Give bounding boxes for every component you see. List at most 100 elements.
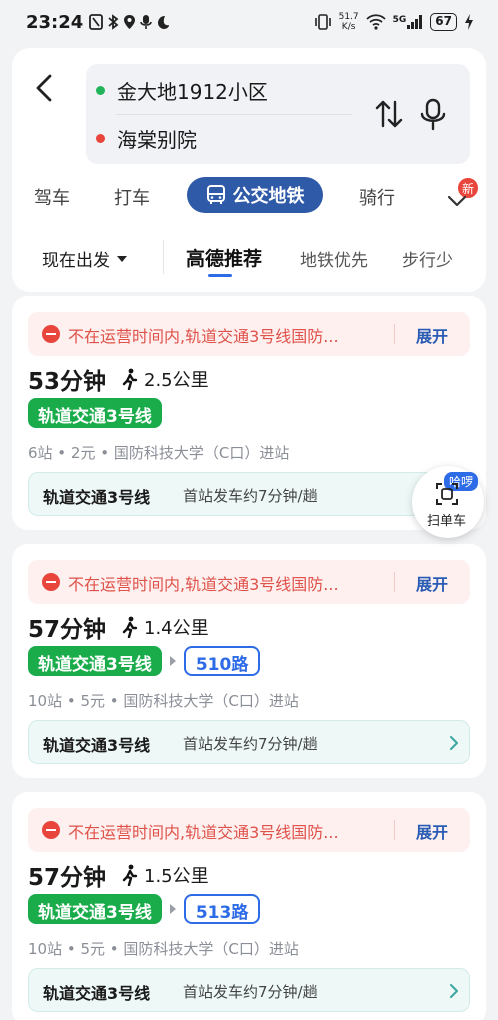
depart-time-dropdown[interactable]: 现在出发 xyxy=(42,246,128,271)
status-bar: 23:24 51.7 K/s 5G 67 xyxy=(0,0,498,44)
filter-divider xyxy=(163,240,164,274)
walk-distance: 1.5公里 xyxy=(122,862,209,888)
search-card: 金大地1912小区 海棠别院 驾车 打车 公交地铁 骑行 新 现在出发 高德推荐… xyxy=(12,48,486,292)
line-segments: 轨道交通3号线 510路 xyxy=(28,646,261,676)
scan-label: 扫单车 xyxy=(427,514,467,529)
route-duration: 53分钟 xyxy=(28,369,107,395)
depart-label: 现在出发 xyxy=(42,251,110,271)
route-meta: 6站 • 2元 • 国防科技大学（C口）进站 xyxy=(28,444,290,462)
bus-line-tag: 510路 xyxy=(183,646,261,676)
transfer-arrow-icon xyxy=(169,656,176,666)
route-duration: 57分钟 xyxy=(28,865,107,891)
expand-button[interactable]: 展开 xyxy=(416,819,448,843)
notice-text: 不在运营时间内,轨道交通3号线国防... xyxy=(68,575,339,594)
charging-icon xyxy=(465,14,473,30)
scan-bike-button[interactable]: 哈啰 扫单车 xyxy=(412,466,484,538)
origin-text: 金大地1912小区 xyxy=(117,80,268,104)
tab-transit-label: 公交地铁 xyxy=(232,186,305,207)
chevron-down-icon[interactable] xyxy=(446,194,468,208)
service-notice: 不在运营时间内,轨道交通3号线国防... 展开 xyxy=(28,560,470,604)
microphone-icon[interactable] xyxy=(418,96,448,132)
notice-divider xyxy=(394,324,395,344)
walk-distance: 1.4公里 xyxy=(122,614,209,640)
destination-row[interactable]: 海棠别院 xyxy=(96,124,197,153)
info-line-name: 轨道交通3号线 xyxy=(43,984,151,1003)
scan-icon xyxy=(436,483,458,505)
route-card[interactable]: 不在运营时间内,轨道交通3号线国防... 展开 57分钟 1.4公里 轨道交通3… xyxy=(12,544,486,778)
origin-dot xyxy=(96,86,105,95)
tab-bike[interactable]: 骑行 xyxy=(359,184,395,210)
origin-row[interactable]: 金大地1912小区 xyxy=(96,76,268,105)
transfer-arrow-icon xyxy=(169,904,176,914)
info-line-name: 轨道交通3号线 xyxy=(43,736,151,755)
notice-text: 不在运营时间内,轨道交通3号线国防... xyxy=(68,823,339,842)
metro-line-tag: 轨道交通3号线 xyxy=(28,646,162,676)
info-frequency: 首站发车约7分钟/趟 xyxy=(183,983,318,1001)
line-segments: 轨道交通3号线 513路 xyxy=(28,894,261,924)
route-meta: 10站 • 5元 • 国防科技大学（C口）进站 xyxy=(28,692,299,710)
expand-button[interactable]: 展开 xyxy=(416,323,448,347)
notice-divider xyxy=(394,820,395,840)
chevron-right-icon xyxy=(450,984,458,998)
swap-icon[interactable] xyxy=(374,96,404,132)
walking-icon xyxy=(122,864,138,886)
walking-icon xyxy=(122,368,138,390)
status-icons xyxy=(89,14,170,30)
bluetooth-icon xyxy=(108,14,119,30)
destination-dot xyxy=(96,134,105,143)
filter-recommended[interactable]: 高德推荐 xyxy=(186,244,262,271)
location-icon xyxy=(124,15,136,29)
nfc-icon xyxy=(89,14,104,30)
filter-subway-first[interactable]: 地铁优先 xyxy=(300,246,368,271)
no-entry-icon xyxy=(42,325,60,343)
line-info-box[interactable]: 轨道交通3号线 首站发车约7分钟/趟 xyxy=(28,472,470,516)
line-segments: 轨道交通3号线 xyxy=(28,398,162,428)
battery-indicator: 67 xyxy=(430,13,457,31)
expand-button[interactable]: 展开 xyxy=(416,571,448,595)
info-frequency: 首站发车约7分钟/趟 xyxy=(183,735,318,753)
moon-icon xyxy=(158,16,170,29)
service-notice: 不在运营时间内,轨道交通3号线国防... 展开 xyxy=(28,312,470,356)
walk-distance-text: 2.5公里 xyxy=(144,370,209,391)
tab-drive[interactable]: 驾车 xyxy=(34,184,70,210)
wifi-icon xyxy=(366,14,386,30)
travel-mode-tabs: 驾车 打车 公交地铁 骑行 新 xyxy=(12,176,486,218)
line-info-box[interactable]: 轨道交通3号线 首站发车约7分钟/趟 xyxy=(28,720,470,764)
walking-icon xyxy=(122,616,138,638)
filter-active-underline xyxy=(208,274,232,277)
route-filters: 现在出发 高德推荐 地铁优先 步行少 xyxy=(12,234,486,280)
status-time: 23:24 xyxy=(26,11,84,33)
route-meta: 10站 • 5元 • 国防科技大学（C口）进站 xyxy=(28,940,299,958)
destination-text: 海棠别院 xyxy=(117,128,197,152)
signal-5g: 5G xyxy=(393,15,424,29)
info-line-name: 轨道交通3号线 xyxy=(43,488,151,507)
caret-down-icon xyxy=(117,255,127,262)
filter-less-walking[interactable]: 步行少 xyxy=(402,246,453,271)
mic-status-icon xyxy=(140,15,153,29)
info-frequency: 首站发车约7分钟/趟 xyxy=(183,487,318,505)
signal-icon xyxy=(407,15,423,29)
metro-line-tag: 轨道交通3号线 xyxy=(28,398,162,428)
stop-divider xyxy=(116,114,352,115)
walk-distance-text: 1.4公里 xyxy=(144,618,209,639)
route-input-box: 金大地1912小区 海棠别院 xyxy=(86,64,470,164)
chevron-right-icon xyxy=(450,736,458,750)
walk-distance: 2.5公里 xyxy=(122,366,209,392)
bus-line-tag: 513路 xyxy=(183,894,261,924)
no-entry-icon xyxy=(42,821,60,839)
vibrate-icon xyxy=(314,14,331,30)
service-notice: 不在运营时间内,轨道交通3号线国防... 展开 xyxy=(28,808,470,852)
notice-divider xyxy=(394,572,395,592)
metro-line-tag: 轨道交通3号线 xyxy=(28,894,162,924)
walk-distance-text: 1.5公里 xyxy=(144,866,209,887)
line-info-box[interactable]: 轨道交通3号线 首站发车约7分钟/趟 xyxy=(28,968,470,1012)
back-arrow-icon[interactable] xyxy=(30,68,56,108)
tab-transit[interactable]: 公交地铁 xyxy=(187,177,323,213)
no-entry-icon xyxy=(42,573,60,591)
tab-taxi[interactable]: 打车 xyxy=(114,184,150,210)
notice-text: 不在运营时间内,轨道交通3号线国防... xyxy=(68,327,339,346)
bus-icon xyxy=(206,185,225,204)
net-speed: 51.7 K/s xyxy=(338,12,359,32)
route-card[interactable]: 不在运营时间内,轨道交通3号线国防... 展开 57分钟 1.5公里 轨道交通3… xyxy=(12,792,486,1020)
route-duration: 57分钟 xyxy=(28,617,107,643)
